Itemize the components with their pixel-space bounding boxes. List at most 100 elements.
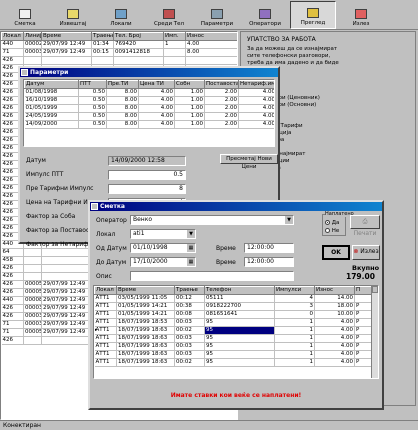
view-icon <box>307 8 319 18</box>
operator-select[interactable]: Венко ▼ <box>130 215 294 225</box>
column-header[interactable]: Износ <box>314 286 355 295</box>
column-header[interactable]: П <box>354 286 373 295</box>
column-header[interactable]: Имп. <box>163 32 186 41</box>
ok-label: OK <box>331 249 341 256</box>
table-row[interactable]: АТТ1 03/05/1999 11:05 00:12 05111 4 14.00 <box>94 294 373 303</box>
param-value: 8 <box>179 185 183 192</box>
print-button[interactable]: ⎙ Печати <box>350 215 380 237</box>
table-cell: 0.50 <box>78 112 107 121</box>
table-cell: 01/08/1998 <box>24 88 79 97</box>
calendar-icon[interactable]: ▦ <box>187 244 195 252</box>
table-cell: P <box>354 342 373 351</box>
table-cell: P <box>354 334 373 343</box>
note-field[interactable] <box>130 271 294 281</box>
bill-items-table[interactable]: Локал Време Траење Телефон Импулси Износ П АТТ… <box>93 285 379 379</box>
column-header[interactable]: Траење <box>174 286 205 295</box>
table-cell: 00:03 <box>174 350 205 359</box>
toolbar-button-7[interactable]: Излез <box>338 1 384 29</box>
table-cell: 1.00 <box>174 112 205 121</box>
table-cell <box>23 336 42 345</box>
table-row[interactable]: 01/08/1998 0.50 8.00 4.00 1.00 2.00 4.00 <box>24 88 274 97</box>
column-header[interactable]: ПТТ <box>78 80 107 89</box>
column-header[interactable]: Датум <box>24 80 79 89</box>
note-label: Опис <box>96 273 112 280</box>
ok-button[interactable]: OK <box>322 245 350 260</box>
column-header[interactable]: Собн <box>174 80 205 89</box>
from-date-field[interactable]: 01/10/1998 ▦ <box>130 243 196 253</box>
to-time-field[interactable]: 12:00:00 <box>244 257 294 267</box>
from-date-label: Од Датум <box>96 245 127 252</box>
column-header[interactable]: Траење <box>91 32 114 41</box>
table-cell: ▶АТТ1 <box>94 326 117 335</box>
table-row[interactable]: АТТ1 18/07/1999 18:63 00:03 95 1 4.00 P <box>94 350 373 359</box>
payment-yes-radio[interactable]: Да <box>325 220 339 226</box>
table-row[interactable]: АТТ1 18/07/1999 18:53 00:03 95 1 4.00 P <box>94 318 373 327</box>
toolbar-button-0[interactable]: Сметка <box>2 1 48 29</box>
table-cell: 03/05/1999 11:05 <box>116 294 175 303</box>
column-header[interactable]: Време <box>116 286 175 295</box>
table-cell: 00:03 <box>174 318 205 327</box>
param-label: Пре Тарифни Импулс <box>26 185 94 192</box>
payment-no-label: Не <box>331 228 340 234</box>
table-row[interactable]: 16/10/1998 0.50 8.00 4.00 1.00 2.00 4.00 <box>24 96 274 105</box>
column-header[interactable]: Локал <box>94 286 117 295</box>
table-row[interactable]: 440 00002 29/07/99 12:49 01:34 769420 1 4.00 <box>1 40 237 49</box>
column-header[interactable]: Локал <box>1 32 24 41</box>
table-cell: 00:03 <box>174 342 205 351</box>
column-header[interactable]: Време <box>41 32 92 41</box>
calc-new-prices-button[interactable]: Пресметај Нови Цени <box>220 154 278 170</box>
local-select[interactable]: ati1 ▼ <box>130 229 196 239</box>
column-header[interactable]: Нетариф.имп <box>238 80 274 89</box>
from-time-field[interactable]: 12:00:00 <box>244 243 294 253</box>
column-header[interactable]: Износ <box>185 32 237 41</box>
toolbar-button-1[interactable]: Извештај <box>50 1 96 29</box>
table-row[interactable]: АТТ1 01/05/1999 14:21 00:38 0918222700 3 18.0… <box>94 302 373 311</box>
table-cell: 29/07/99 12:49 <box>41 328 92 337</box>
table-cell <box>23 56 42 65</box>
printer-icon: ⎙ <box>362 218 368 225</box>
chevron-down-icon[interactable]: ▼ <box>187 230 195 238</box>
toolbar-button-6[interactable]: Преглед <box>290 1 336 29</box>
calendar-icon[interactable]: ▦ <box>187 258 195 266</box>
column-header[interactable]: Тел. Број <box>113 32 164 41</box>
table-row[interactable]: ▶АТТ118/07/1999 18:6300:029514.00P <box>94 326 373 335</box>
param-field[interactable]: 8 <box>108 184 186 194</box>
table-row[interactable]: 24/05/1999 0.50 8.00 4.00 1.00 2.00 4.00 <box>24 112 274 121</box>
table-row[interactable]: АТТ1 18/07/1999 18:63 00:02 95 1 4.00 P <box>94 358 373 367</box>
bill-table-scrollbar[interactable] <box>371 286 378 378</box>
table-cell: P <box>354 350 373 359</box>
column-header[interactable]: Цена ТИ <box>138 80 175 89</box>
table-row[interactable]: АТТ1 18/07/1999 18:63 00:03 95 1 4.00 P <box>94 342 373 351</box>
chevron-down-icon[interactable]: ▼ <box>285 216 293 224</box>
column-header[interactable]: Телефон <box>204 286 275 295</box>
table-row[interactable]: АТТ1 18/07/1999 18:63 00:03 95 1 4.00 P <box>94 334 373 343</box>
column-header[interactable]: Поставоста <box>204 80 239 89</box>
param-field[interactable]: 0.5 <box>108 170 186 180</box>
table-row[interactable]: 01/05/1999 0.50 8.00 4.00 1.00 2.00 4.00 <box>24 104 274 113</box>
table-cell <box>41 56 92 65</box>
toolbar-button-5[interactable]: Оператори <box>242 1 288 29</box>
cancel-button[interactable]: ⊗ Излез <box>352 245 380 260</box>
row-pointer-icon: ▶ <box>95 327 98 334</box>
table-row[interactable]: АТТ1 01/05/1999 14:21 00:08 081651641 0 10.00… <box>94 310 373 319</box>
table-cell: 8.00 <box>106 112 139 121</box>
table-cell: P <box>354 302 373 311</box>
toolbar-button-2[interactable]: Локали <box>98 1 144 29</box>
param-field[interactable]: 14/09/2000 12:58 <box>108 156 186 166</box>
column-header[interactable]: Пре.ТИ <box>106 80 139 89</box>
table-row[interactable]: 71 00003 29/07/99 12:49 00:15 0091412818 8.00 <box>1 48 237 57</box>
table-row[interactable]: 426 <box>1 56 237 65</box>
cancel-label: Излез <box>360 248 379 255</box>
toolbar-button-4[interactable]: Параметри <box>194 1 240 29</box>
toolbar-button-3[interactable]: Среди Тел <box>146 1 192 29</box>
payment-no-radio[interactable]: Не <box>325 228 339 234</box>
column-header[interactable]: Импулси <box>274 286 315 295</box>
param-label: Фактор за Нетарифни <box>26 241 97 248</box>
column-header[interactable]: Линија <box>23 32 42 41</box>
params-table[interactable]: Датум ПТТ Пре.ТИ Цена ТИ Собн Поставоста Нетар… <box>23 79 275 147</box>
from-time-label: Време <box>216 245 236 252</box>
table-cell: 1 <box>163 40 186 49</box>
table-row[interactable]: 14/09/2000 0.50 8.00 4.00 1.00 2.00 4.00 <box>24 120 274 129</box>
to-date-field[interactable]: 17/10/2000 ▦ <box>130 257 196 267</box>
table-cell: 1.00 <box>174 104 205 113</box>
